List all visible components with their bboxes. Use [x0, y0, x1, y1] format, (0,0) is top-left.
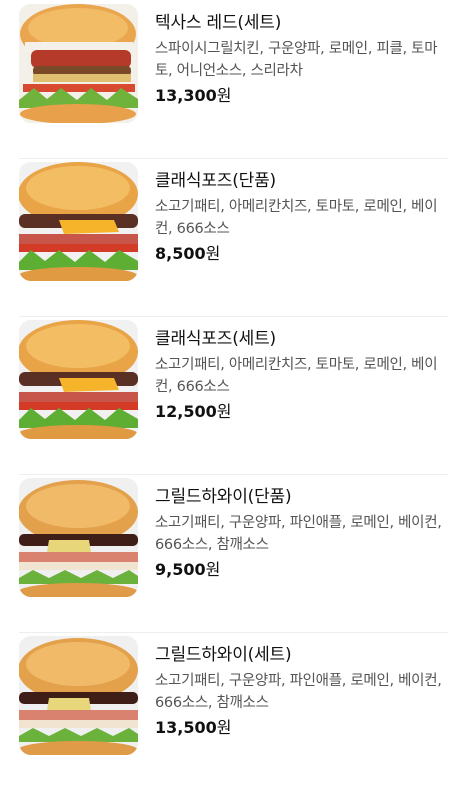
menu-item[interactable]: 클래식포즈(세트) 소고기패티, 아메리칸치즈, 토마토, 로메인, 베이컨, …: [0, 316, 466, 474]
price-value: 8,500: [155, 244, 206, 263]
burger-image: [19, 4, 138, 123]
burger-image: [19, 478, 138, 597]
item-name: 클래식포즈(단품): [155, 171, 276, 191]
item-price: 13,300원: [155, 85, 448, 107]
item-price: 13,500원: [155, 717, 448, 739]
menu-item[interactable]: 그릴드하와이(단품) 소고기패티, 구운양파, 파인애플, 로메인, 베이컨, …: [0, 474, 466, 632]
price-value: 12,500: [155, 402, 217, 421]
currency-unit: 원: [205, 560, 221, 579]
item-name: 그릴드하와이(단품): [155, 487, 292, 507]
currency-unit: 원: [216, 86, 232, 105]
currency-unit: 원: [205, 244, 221, 263]
menu-item[interactable]: 그릴드하와이(세트) 소고기패티, 구운양파, 파인애플, 로메인, 베이컨, …: [0, 632, 466, 790]
item-name: 텍사스 레드(세트): [155, 13, 282, 33]
item-price: 12,500원: [155, 401, 448, 423]
burger-image: [19, 162, 138, 281]
item-description: 소고기패티, 아메리칸치즈, 토마토, 로메인, 베이컨, 666소스: [155, 357, 438, 395]
item-name: 그릴드하와이(세트): [155, 645, 292, 665]
item-description: 소고기패티, 아메리칸치즈, 토마토, 로메인, 베이컨, 666소스: [155, 199, 438, 237]
price-value: 9,500: [155, 560, 206, 579]
item-description: 소고기패티, 구운양파, 파인애플, 로메인, 베이컨, 666소스, 참깨소스: [155, 515, 442, 553]
price-value: 13,500: [155, 718, 217, 737]
menu-list: 텍사스 레드(세트) 스파이시그릴치킨, 구운양파, 로메인, 피클, 토마토,…: [0, 0, 466, 790]
currency-unit: 원: [216, 402, 232, 421]
item-description: 스파이시그릴치킨, 구운양파, 로메인, 피클, 토마토, 어니언소스, 스리라…: [155, 41, 438, 79]
price-value: 13,300: [155, 86, 217, 105]
item-name: 클래식포즈(세트): [155, 329, 276, 349]
menu-item[interactable]: 클래식포즈(단품) 소고기패티, 아메리칸치즈, 토마토, 로메인, 베이컨, …: [0, 158, 466, 316]
item-price: 8,500원: [155, 243, 448, 265]
item-price: 9,500원: [155, 559, 448, 581]
currency-unit: 원: [216, 718, 232, 737]
burger-image: [19, 320, 138, 439]
burger-image: [19, 636, 138, 755]
item-description: 소고기패티, 구운양파, 파인애플, 로메인, 베이컨, 666소스, 참깨소스: [155, 673, 442, 711]
menu-item[interactable]: 텍사스 레드(세트) 스파이시그릴치킨, 구운양파, 로메인, 피클, 토마토,…: [0, 0, 466, 158]
